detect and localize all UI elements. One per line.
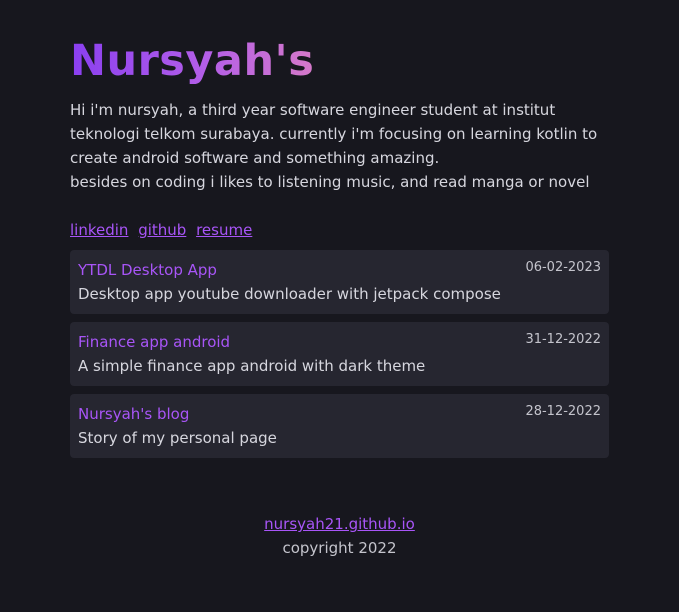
social-links: linkedin github resume [70,218,609,242]
project-title-link[interactable]: Nursyah's blog [78,402,601,426]
project-card: YTDL Desktop App Desktop app youtube dow… [70,250,609,314]
project-description: Desktop app youtube downloader with jetp… [78,285,501,303]
main-content: Nursyah's Hi i'm nursyah, a third year s… [70,32,609,466]
project-description: Story of my personal page [78,429,277,447]
page-title: Nursyah's [70,32,314,90]
project-card: Finance app android A simple finance app… [70,322,609,386]
footer: nursyah21.github.io copyright 2022 [0,512,679,560]
project-list: YTDL Desktop App Desktop app youtube dow… [70,250,609,458]
bio-hobbies: besides on coding i likes to listening m… [70,173,590,191]
project-description: A simple finance app android with dark t… [78,357,426,375]
project-title-link[interactable]: YTDL Desktop App [78,258,601,282]
project-title-link[interactable]: Finance app android [78,330,601,354]
resume-link[interactable]: resume [196,221,252,239]
bio-paragraph: Hi i'm nursyah, a third year software en… [70,101,598,167]
site-link[interactable]: nursyah21.github.io [264,515,415,533]
github-link[interactable]: github [138,221,186,239]
project-date: 06-02-2023 [525,260,601,275]
project-card: Nursyah's blog Story of my personal page… [70,394,609,458]
copyright-text: copyright 2022 [282,539,397,557]
project-date: 31-12-2022 [525,332,601,347]
linkedin-link[interactable]: linkedin [70,221,128,239]
project-date: 28-12-2022 [525,404,601,419]
bio-section: Hi i'm nursyah, a third year software en… [70,98,609,194]
